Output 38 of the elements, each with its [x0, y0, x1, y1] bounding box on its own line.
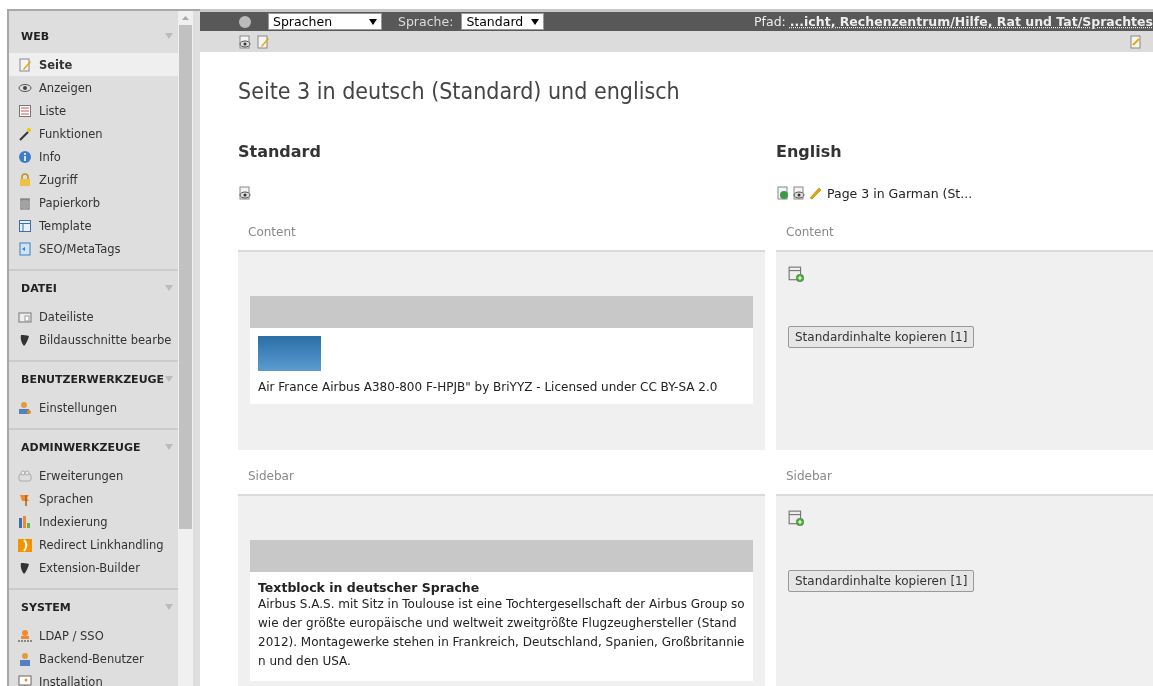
module-item[interactable]: Erweiterungen	[9, 464, 178, 487]
page-link[interactable]: Page 3 in Garman (St...	[827, 185, 973, 201]
page-title: Seite 3 in deutsch (Standard) und englisch	[238, 78, 681, 104]
section-header[interactable]: DATEI	[9, 271, 178, 305]
module-item[interactable]: Redirect Linkhandling	[9, 533, 178, 556]
module-item[interactable]: SEO/MetaTags	[9, 237, 178, 260]
module-item[interactable]: Liste	[9, 99, 178, 122]
module-item[interactable]: Sprachen	[9, 487, 178, 510]
module-item[interactable]: Dateiliste	[9, 305, 178, 328]
section-header[interactable]: ADMINWERKZEUGE	[9, 430, 178, 464]
module-item[interactable]: Einstellungen	[9, 396, 178, 419]
language-label: Sprache:	[398, 14, 454, 29]
module-item[interactable]: Anzeigen	[9, 76, 178, 99]
breadcrumb-path: Pfad: ...icht, Rechenzentrum/Hilfe, Rat und Tat/Sprachtes	[754, 14, 1153, 29]
language-select[interactable]: Standard	[461, 13, 545, 30]
module-item[interactable]: Papierkorb	[9, 191, 178, 214]
module-item[interactable]: Funktionen	[9, 122, 178, 145]
module-item[interactable]: Bildausschnitte bearbe	[9, 328, 178, 351]
text-heading: Textblock in deutscher Sprache	[258, 580, 481, 595]
body-text: Airbus S.A.S. mit Sitz in Toulouse ist eine Tochtergesellschaft der Airbus Group so wie der größte europäische und weltweit zweitgrößte Flugzeughersteller (Stand 2012). Montagewerke stehen in Frankreich, Deutschland, Spanien, Großbritannien und den USA.	[258, 596, 745, 670]
image-caption: Air France Airbus A380-800 F-HPJB" by BriYYZ - Licensed under CC BY-SA 2.0	[258, 380, 719, 394]
module-item[interactable]: Extension-Builder	[9, 556, 178, 579]
column-heading: English	[776, 142, 843, 163]
module-item[interactable]: Info	[9, 145, 178, 168]
module-item[interactable]: Template	[9, 214, 178, 237]
section-header[interactable]: BENUTZERWERKZEUGE	[9, 362, 178, 396]
module-item[interactable]: Indexierung	[9, 510, 178, 533]
section-header[interactable]: WEB	[9, 19, 178, 53]
module-select[interactable]: Sprachen	[268, 13, 382, 30]
module-item[interactable]: LDAP / SSO	[9, 624, 178, 647]
column-heading: Standard	[238, 142, 322, 163]
section-header[interactable]: SYSTEM	[9, 590, 178, 624]
module-item[interactable]: Zugriff	[9, 168, 178, 191]
copy-defaults-button[interactable]: Standardinhalte kopieren [1]	[788, 570, 975, 592]
module-item[interactable]: Backend-Benutzer	[9, 647, 178, 670]
module-item[interactable]: Installation	[9, 670, 178, 686]
copy-defaults-button[interactable]: Standardinhalte kopieren [1]	[788, 326, 975, 348]
module-item[interactable]: Seite	[9, 53, 178, 76]
